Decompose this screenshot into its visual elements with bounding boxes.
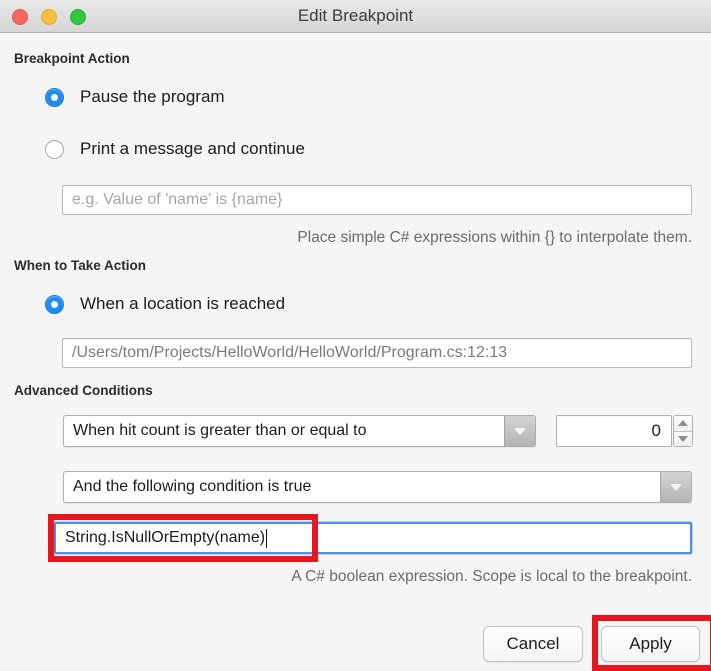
stepper-buttons[interactable] xyxy=(673,415,693,447)
cancel-button[interactable]: Cancel xyxy=(483,626,583,662)
condition-type-value: And the following condition is true xyxy=(73,478,312,495)
dialog-body: Breakpoint Action Pause the program Prin… xyxy=(0,33,711,671)
apply-button[interactable]: Apply xyxy=(601,626,700,662)
text-cursor xyxy=(266,528,268,548)
message-help-text: Place simple C# expressions within {} to… xyxy=(297,229,692,246)
stepper-decrement-button[interactable] xyxy=(674,430,692,446)
condition-type-dropdown[interactable]: And the following condition is true xyxy=(63,471,692,503)
radio-indicator-unselected xyxy=(45,139,64,159)
hit-count-condition-dropdown[interactable]: When hit count is greater than or equal … xyxy=(63,415,536,447)
hit-count-condition-value: When hit count is greater than or equal … xyxy=(73,422,367,439)
radio-label-when-a-location-is-reached: When a location is reached xyxy=(80,294,286,313)
condition-expression-field[interactable]: String.IsNullOrEmpty(name) xyxy=(54,522,692,554)
section-title-advanced-conditions: Advanced Conditions xyxy=(14,383,153,398)
location-path-field[interactable]: /Users/tom/Projects/HelloWorld/HelloWorl… xyxy=(62,338,692,368)
radio-pause-the-program[interactable]: Pause the program xyxy=(45,87,225,107)
window-titlebar: Edit Breakpoint xyxy=(0,0,711,33)
hit-count-value-input[interactable]: 0 xyxy=(556,415,672,447)
chevron-down-icon[interactable] xyxy=(660,472,691,502)
radio-label-pause-the-program: Pause the program xyxy=(80,87,225,106)
radio-indicator-selected xyxy=(45,294,64,314)
radio-print-a-message-and-continue[interactable]: Print a message and continue xyxy=(45,139,305,159)
condition-help-text: A C# boolean expression. Scope is local … xyxy=(291,568,692,585)
section-title-when-to-take-action: When to Take Action xyxy=(14,258,147,273)
hit-count-stepper[interactable]: 0 xyxy=(556,415,693,447)
chevron-down-icon[interactable] xyxy=(504,416,535,446)
message-input[interactable]: e.g. Value of 'name' is {name} xyxy=(62,185,692,215)
radio-indicator-selected xyxy=(45,87,64,107)
radio-label-print-a-message: Print a message and continue xyxy=(80,139,305,158)
radio-when-a-location-is-reached[interactable]: When a location is reached xyxy=(45,294,285,314)
section-title-breakpoint-action: Breakpoint Action xyxy=(14,51,130,66)
window-title: Edit Breakpoint xyxy=(297,6,414,25)
condition-expression-value: String.IsNullOrEmpty(name) xyxy=(65,529,266,546)
stepper-increment-button[interactable] xyxy=(674,416,692,431)
